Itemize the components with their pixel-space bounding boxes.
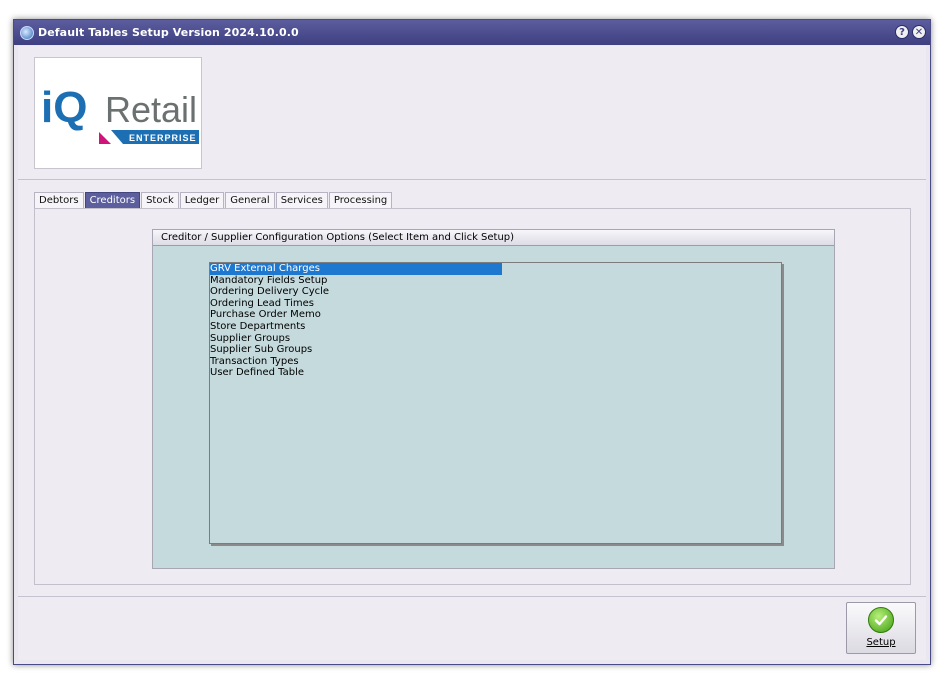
group-title: Creditor / Supplier Configuration Option… [153,230,834,246]
list-item[interactable]: Store Departments [210,321,502,333]
logo-brand-i: iQ [41,83,87,132]
logo-brand-word: Retail [105,89,197,130]
list-item[interactable]: GRV External Charges [210,263,502,275]
check-icon [868,607,894,633]
list-item[interactable]: Ordering Lead Times [210,298,502,310]
close-icon[interactable]: ✕ [912,25,926,39]
list-item[interactable]: Mandatory Fields Setup [210,275,502,287]
tab-services[interactable]: Services [275,192,328,208]
app-icon [20,25,34,40]
list-item[interactable]: Transaction Types [210,356,502,368]
default-tables-setup-window: Default Tables Setup Version 2024.10.0.0… [13,19,931,665]
tab-processing[interactable]: Processing [328,192,393,208]
footer-divider [18,596,926,597]
logo-graphic: iQ Retail ENTERPRISE [41,83,199,144]
title-buttons: ? ✕ [895,25,926,39]
creditor-config-group: Creditor / Supplier Configuration Option… [152,229,835,569]
list-item[interactable]: Ordering Delivery Cycle [210,286,502,298]
iq-retail-logo: iQ Retail ENTERPRISE [34,57,202,169]
header-divider [18,179,926,180]
tab-creditors[interactable]: Creditors [84,192,141,208]
list-item[interactable]: Supplier Groups [210,333,502,345]
title-bar[interactable]: Default Tables Setup Version 2024.10.0.0… [14,20,930,45]
client-area: iQ Retail ENTERPRISE Debtors Creditors S… [18,46,926,660]
setup-button-label: Setup [866,637,896,648]
creditors-tab-page: Creditor / Supplier Configuration Option… [34,208,911,585]
tab-debtors[interactable]: Debtors [34,192,84,208]
setup-button[interactable]: Setup [846,602,916,654]
list-item[interactable]: User Defined Table [210,367,502,379]
list-item[interactable]: Purchase Order Memo [210,309,502,321]
tab-stock[interactable]: Stock [141,192,179,208]
logo-accent-shape [99,132,111,144]
list-item[interactable]: Supplier Sub Groups [210,344,502,356]
logo-tagline: ENTERPRISE [129,133,197,143]
config-options-list[interactable]: GRV External Charges Mandatory Fields Se… [209,262,782,544]
tab-general[interactable]: General [225,192,275,208]
window-title: Default Tables Setup Version 2024.10.0.0 [38,26,299,39]
tab-ledger[interactable]: Ledger [179,192,225,208]
category-tabs: Debtors Creditors Stock Ledger General S… [34,192,393,208]
help-icon[interactable]: ? [895,25,909,39]
